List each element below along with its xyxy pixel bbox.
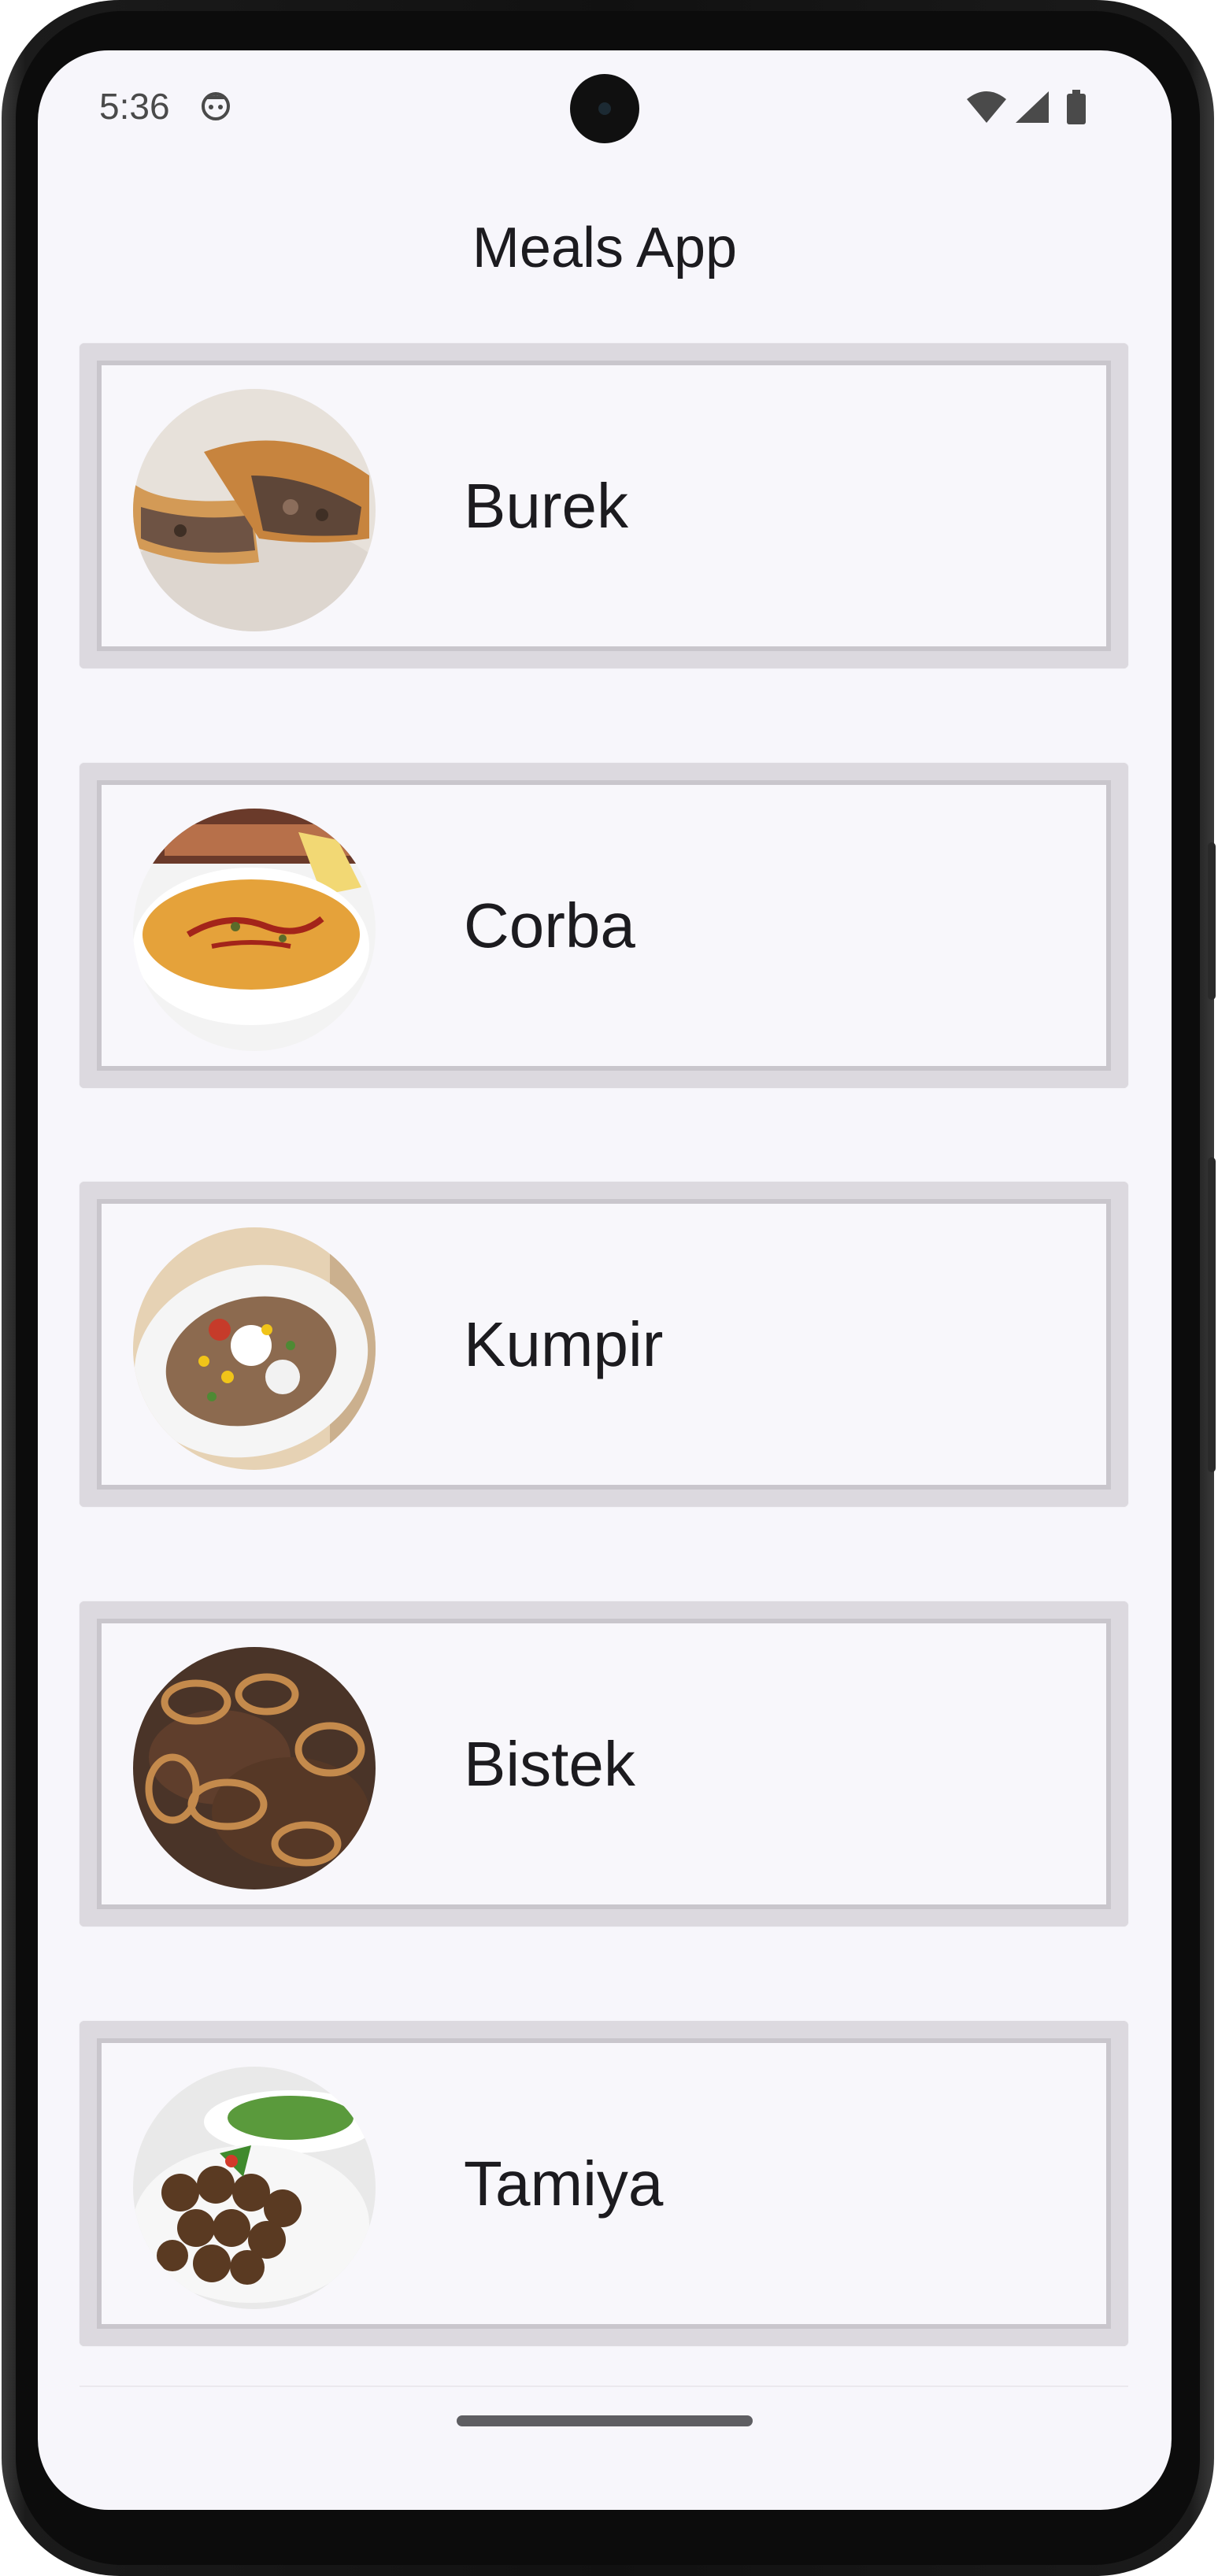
meal-card[interactable]: Kumpir (80, 1182, 1128, 1507)
meal-card-body[interactable]: Tamiya (97, 2038, 1111, 2329)
meal-name: Corba (464, 890, 635, 960)
meal-image-corba (133, 809, 376, 1051)
meal-card[interactable]: Corba (80, 763, 1128, 1088)
battery-icon (1067, 90, 1086, 124)
meal-image-tamiya (133, 2067, 376, 2309)
app-title: Meals App (472, 217, 738, 279)
status-bar: 5:36 (38, 50, 1172, 168)
status-time: 5:36 (99, 86, 170, 127)
meal-name: Kumpir (464, 1308, 664, 1379)
meal-image-burek (133, 389, 376, 631)
meal-card-body[interactable]: Kumpir (97, 1199, 1111, 1490)
meal-image-bistek (133, 1647, 376, 1889)
navigation-gesture-bar[interactable] (457, 2415, 753, 2426)
front-camera (570, 74, 639, 143)
volume-button (1208, 842, 1216, 1000)
device-screen: 5:36 Meals App Burek Corba Kumpir Bistek… (38, 50, 1172, 2510)
meal-name: Burek (464, 470, 628, 541)
meal-card-body[interactable]: Burek (97, 361, 1111, 651)
meal-card-body[interactable]: Corba (97, 780, 1111, 1071)
meal-name: Bistek (464, 1728, 635, 1799)
meal-card[interactable]: Bistek (80, 1601, 1128, 1926)
list-end-divider (80, 2385, 1128, 2387)
meal-name: Tamiya (464, 2148, 664, 2219)
power-button (1208, 1157, 1216, 1472)
wifi-icon (967, 91, 1006, 123)
meal-card[interactable]: Burek (80, 343, 1128, 668)
meal-card[interactable]: Tamiya (80, 2021, 1128, 2346)
status-icons (967, 90, 1086, 124)
meal-image-kumpir (133, 1227, 376, 1470)
signal-icon (1016, 91, 1049, 123)
android-face-icon (202, 92, 230, 120)
meal-card-body[interactable]: Bistek (97, 1619, 1111, 1909)
